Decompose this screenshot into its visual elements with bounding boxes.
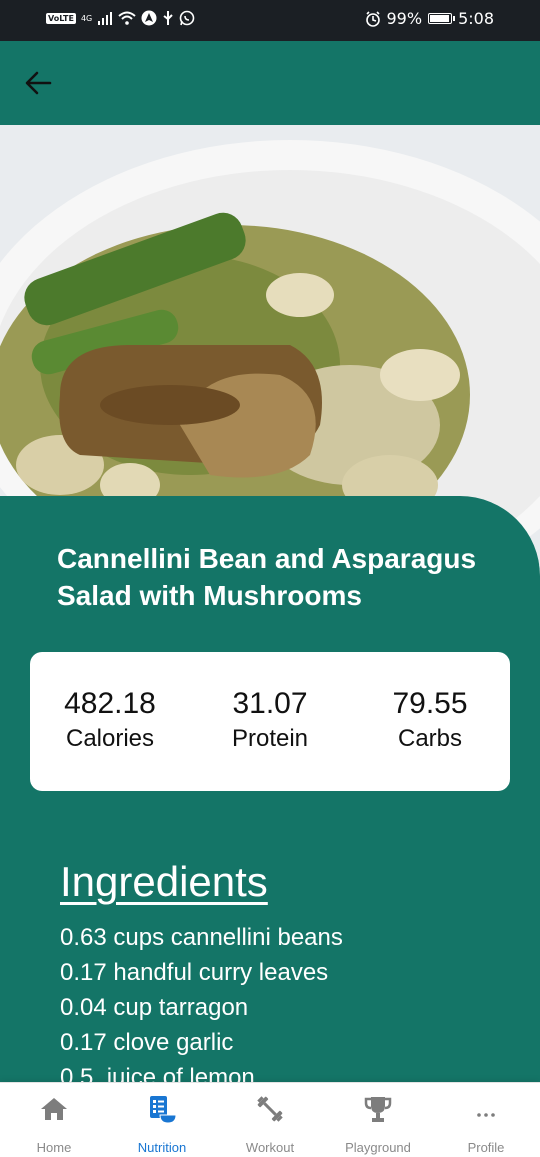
arrow-left-icon [25,71,52,95]
nav-nutrition[interactable]: Nutrition [108,1083,216,1157]
nutrition-carbs: 79.55 Carbs [350,686,510,756]
usb-icon [163,11,173,25]
nutrition-icon [150,1096,177,1124]
carbs-label: Carbs [397,725,463,752]
nav-workout[interactable]: Workout [216,1083,324,1157]
home-icon [41,1098,67,1120]
app-bar [0,41,540,125]
wifi-icon [118,11,136,25]
volte-badge: VoLTE [46,12,76,24]
alarm-icon [365,10,380,27]
nutrition-calories: 482.18 Calories [30,686,190,756]
signal-icon [98,12,113,25]
back-button[interactable] [20,65,56,101]
nav-workout-label: Workout [245,1140,295,1155]
protein-label: Protein [231,725,309,752]
protein-value: 31.07 [232,687,308,720]
ingredient-item: 0.63 cups cannellini beans [60,924,343,951]
more-horizontal-icon [477,1113,495,1117]
ingredient-item: 0.04 cup tarragon [60,994,249,1021]
status-bar: VoLTE 4G 99% 5:08 [0,0,540,41]
nav-playground-label: Playground [345,1140,411,1155]
whatsapp-icon [179,10,195,26]
status-right-icons: 99% 5:08 [365,9,494,28]
calories-value: 482.18 [64,687,156,720]
status-left-icons: VoLTE 4G [46,10,195,26]
nav-playground[interactable]: Playground [324,1083,432,1157]
nav-home[interactable]: Home [0,1083,108,1157]
carbs-value: 79.55 [392,687,468,720]
nav-profile[interactable]: Profile [432,1083,540,1157]
battery-percent: 99% [386,9,423,28]
nav-nutrition-label: Nutrition [137,1140,187,1155]
battery-icon [428,13,456,24]
bottom-navigation: Home Nutrition Workout Playground Profil… [0,1082,540,1157]
ingredients-list: 0.63 cups cannellini beans 0.17 handful … [60,920,343,1095]
network-type: 4G [80,13,93,23]
clock: 5:08 [458,9,494,28]
ingredient-item: 0.17 handful curry leaves [60,959,329,986]
navigation-icon [141,10,157,26]
dumbbell-icon [257,1096,283,1122]
ingredients-heading: Ingredients [60,858,268,905]
nav-home-label: Home [36,1140,72,1155]
trophy-icon [364,1097,392,1122]
nutrition-protein: 31.07 Protein [190,686,350,756]
nutrition-card: 482.18 Calories 31.07 Protein 79.55 Carb… [30,652,510,791]
nav-profile-label: Profile [467,1140,505,1155]
recipe-title: Cannellini Bean and Asparagus Salad with… [57,543,477,611]
calories-label: Calories [65,725,155,752]
ingredient-item: 0.17 clove garlic [60,1029,234,1056]
